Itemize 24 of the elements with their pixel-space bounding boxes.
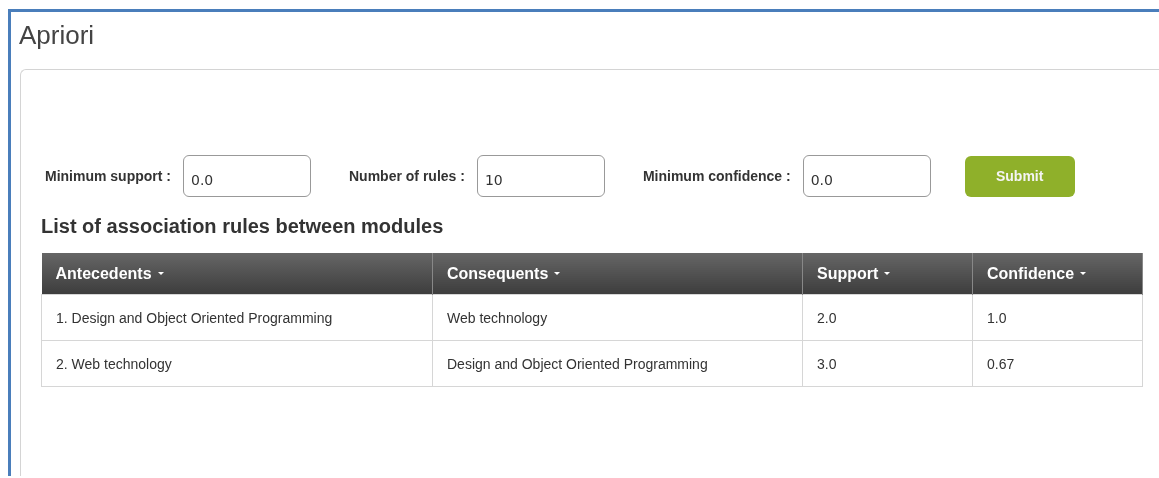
table-cell: Web technology: [432, 294, 803, 341]
column-header[interactable]: Confidence: [972, 253, 1143, 295]
table-cell: 2. Web technology: [41, 340, 433, 387]
field-label: Minimum support :: [45, 168, 171, 184]
table-cell: 0.67: [972, 340, 1143, 387]
table-cell: Design and Object Oriented Programming: [432, 340, 803, 387]
caret-icon: [157, 272, 164, 275]
caret-icon: [1080, 272, 1087, 275]
table-cell: 3.0: [802, 340, 973, 387]
table-cell: 2.0: [802, 294, 973, 341]
table-cell: 1. Design and Object Oriented Programming: [41, 294, 433, 341]
field-label: Number of rules :: [349, 168, 465, 184]
input-field[interactable]: 10: [476, 155, 605, 197]
field-label: Minimum confidence :: [642, 168, 791, 184]
input-field[interactable]: 0.0: [183, 155, 311, 197]
caret-icon: [884, 272, 891, 275]
column-header[interactable]: Support: [802, 253, 973, 295]
table-title: List of association rules between modules: [41, 214, 445, 239]
caret-icon: [554, 272, 561, 275]
page-title: Apriori: [18, 19, 96, 52]
column-header[interactable]: Consequents: [432, 253, 803, 295]
column-header[interactable]: Antecedents: [41, 253, 433, 295]
input-field[interactable]: 0.0: [802, 155, 931, 197]
table-cell: 1.0: [972, 294, 1143, 341]
